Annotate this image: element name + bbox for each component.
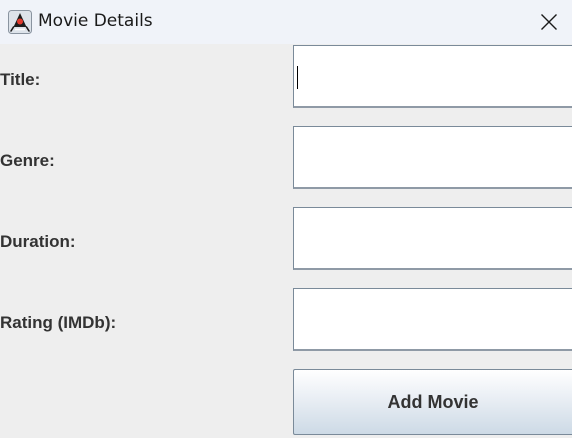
duration-label: Duration: <box>0 232 76 251</box>
movie-details-window: Movie Details Title: Genre: Duration: Ra… <box>0 0 572 438</box>
close-button[interactable] <box>526 0 572 44</box>
window-title: Movie Details <box>38 11 153 31</box>
rating-field[interactable] <box>293 288 572 351</box>
java-duke-icon <box>8 10 32 34</box>
add-movie-button[interactable]: Add Movie <box>293 369 572 435</box>
duration-field[interactable] <box>293 207 572 270</box>
title-field[interactable] <box>293 45 572 108</box>
close-icon <box>541 14 557 30</box>
genre-label: Genre: <box>0 151 55 170</box>
genre-field[interactable] <box>293 126 572 189</box>
text-caret <box>297 66 298 89</box>
rating-label: Rating (IMDb): <box>0 313 117 332</box>
title-bar: Movie Details <box>0 0 572 44</box>
title-label: Title: <box>0 70 41 89</box>
